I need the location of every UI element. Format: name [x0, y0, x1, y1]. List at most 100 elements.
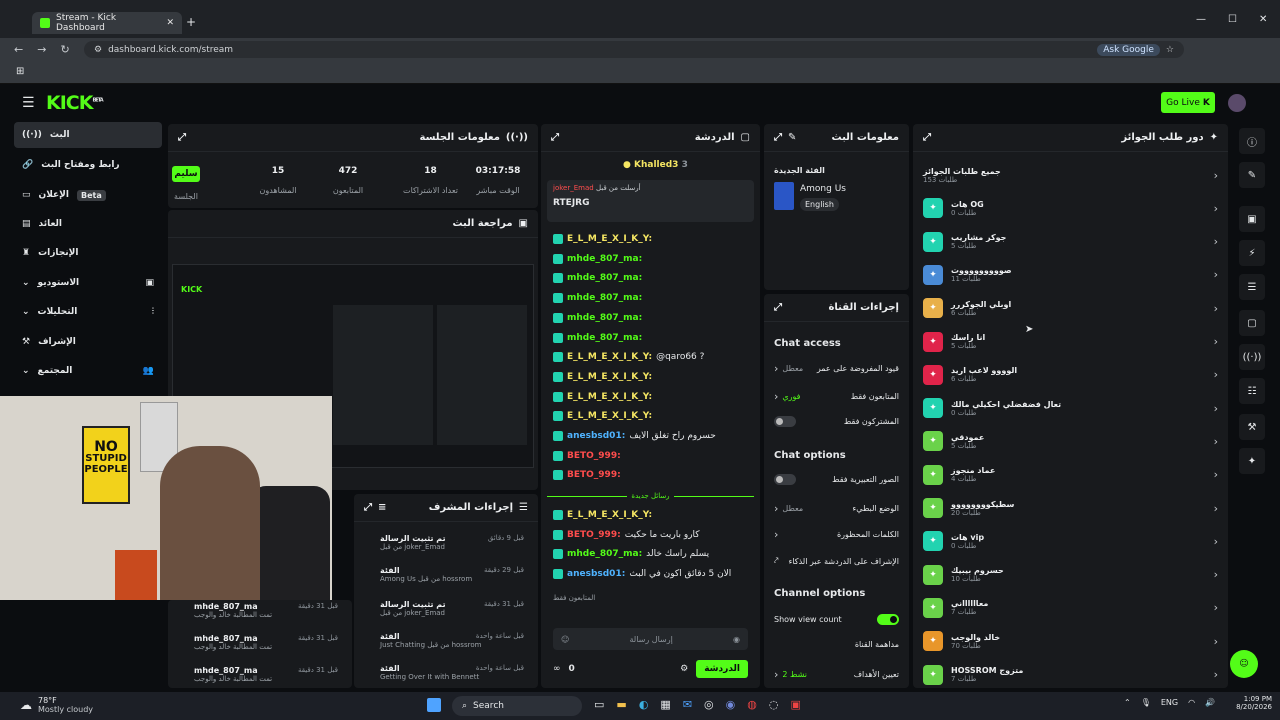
reward-item[interactable]: ✦ اوبلي الجوكررر 6 طلبات › [923, 293, 1218, 323]
sidebar-item-stream[interactable]: ((·)) البث [14, 122, 162, 148]
broadcast-icon[interactable]: ((·)) [1239, 344, 1265, 370]
settings-icon[interactable]: ⚙ [680, 664, 688, 674]
reward-item[interactable]: ✦ انا راسك 5 طلبات › [923, 327, 1218, 357]
sidebar-item-moderation[interactable]: ⚒ الإشراف [14, 329, 162, 355]
reward-item[interactable]: ✦ تعال فضفضلي احكيلي مالك 0 طلبات › [923, 393, 1218, 423]
weather-widget[interactable]: ☁ 78°F Mostly cloudy [20, 696, 93, 714]
chat-username[interactable]: mhde_807_ma: [567, 254, 642, 264]
setting-show-view-count[interactable]: Show view count [774, 614, 899, 625]
chat-username[interactable]: mhde_807_ma: [567, 273, 642, 283]
chrome-icon[interactable]: ◍ [747, 698, 757, 711]
sidebar-item-revenue[interactable]: ▤ العائد [14, 211, 162, 237]
store-icon[interactable]: ▦ [660, 698, 670, 711]
chat-message[interactable]: mhde_807_ma: يسلم راسك خالد [553, 549, 709, 560]
chat-message[interactable]: mhde_807_ma: [553, 312, 646, 323]
chat-username[interactable]: E_L_M_E_X_I_K_Y: [567, 234, 652, 244]
reward-item[interactable]: ✦ خالد والوجب 70 طلبات › [923, 626, 1218, 656]
site-info-icon[interactable]: ⚙ [94, 45, 102, 55]
clock[interactable]: 1:09 PM 8/20/2026 [1222, 695, 1272, 711]
chat-message[interactable]: anesbsd01: حسروم راح تغلق الايف [553, 431, 716, 441]
chat-message[interactable]: mhde_807_ma: [553, 273, 646, 284]
start-button[interactable] [427, 698, 441, 712]
setting-raid-channel[interactable]: مداهمة القناة [774, 640, 899, 649]
chat-message[interactable]: E_L_M_E_X_I_K_Y: [553, 234, 656, 244]
sidebar-item-achievements[interactable]: ♜ الإنجازات [14, 240, 162, 266]
expand-icon[interactable]: ⤢ [178, 132, 186, 143]
reward-item[interactable]: ✦ سطيكوووووووو 20 طلبات › [923, 493, 1218, 523]
list-icon[interactable]: ☰ [1239, 274, 1265, 300]
url-bar[interactable]: ⚙ dashboard.kick.com/stream Ask Google ☆ [84, 41, 1184, 58]
bookmark-star-icon[interactable]: ☆ [1166, 45, 1174, 55]
chat-icon[interactable]: ▢ [1239, 310, 1265, 336]
chat-username[interactable]: mhde_807_ma: [567, 549, 642, 559]
expand-icon[interactable]: ⤢ [774, 302, 782, 313]
edit-icon[interactable]: ✎ [788, 132, 796, 143]
chat-message[interactable]: anesbsd01: الان 5 دقائق اكون في البث [553, 569, 731, 580]
edit-icon[interactable]: ✎ [1239, 162, 1265, 188]
expand-icon[interactable]: ⤢ [923, 132, 931, 143]
close-window-icon[interactable]: ✕ [1259, 14, 1267, 25]
wifi-icon[interactable]: ◠ [1188, 698, 1195, 707]
chat-username[interactable]: E_L_M_E_X_I_K_Y: [567, 352, 652, 362]
sidebar-item-analytics[interactable]: ⌄ التحليلات ⫶ [14, 299, 162, 325]
setting-emotes-only[interactable]: الصور التعبيرية فقط [774, 474, 899, 485]
setting-subscribers-only[interactable]: المشتركون فقط [774, 416, 899, 427]
link-icon[interactable]: ∞ [553, 664, 561, 674]
sidebar-item-community[interactable]: ⌄ المجتمع 👥 [14, 358, 162, 384]
volume-icon[interactable]: 🔊 [1205, 698, 1215, 707]
mic-icon[interactable]: 🎙 [1141, 698, 1151, 707]
chat-username[interactable]: mhde_807_ma: [567, 333, 642, 343]
go-live-button[interactable]: Go Live K [1161, 92, 1215, 113]
back-icon[interactable]: ← [14, 43, 23, 56]
reward-item[interactable]: ✦ حسروم بيبيك 10 طلبات › [923, 560, 1218, 590]
reward-item[interactable]: ✦ عماد منجوز 4 طلبات › [923, 460, 1218, 490]
filter-icon[interactable]: ≡ [378, 502, 386, 513]
browser-tab[interactable]: Stream - Kick Dashboard ✕ [32, 12, 182, 34]
chat-input[interactable]: ☺ إرسال رسالة ◉ [553, 628, 748, 650]
chat-message[interactable]: BETO_999: كارو باريت ما حكيت [553, 529, 700, 540]
forward-icon[interactable]: → [37, 43, 46, 56]
steam-icon[interactable]: ◌ [769, 698, 779, 711]
chat-username[interactable]: BETO_999: [567, 451, 621, 461]
expand-icon[interactable]: ⤢ [364, 502, 372, 513]
sidebar-item-stream-key[interactable]: 🔗 رابط ومفتاح البث [14, 152, 162, 178]
task-view-icon[interactable]: ▭ [594, 698, 604, 711]
chat-message[interactable]: E_L_M_E_X_I_K_Y: @qaro66 ? [553, 352, 704, 363]
preview-icon[interactable]: ▣ [1239, 206, 1265, 232]
maximize-icon[interactable]: ☐ [1228, 14, 1237, 25]
minimize-icon[interactable]: — [1196, 14, 1206, 25]
sidebar-item-studio[interactable]: ⌄ الاستوديو ▣ [14, 270, 162, 296]
chevron-up-icon[interactable]: ⌃ [1124, 698, 1131, 707]
chat-username[interactable]: E_L_M_E_X_I_K_Y: [567, 411, 652, 421]
chat-username[interactable]: E_L_M_E_X_I_K_Y: [567, 510, 652, 520]
chat-username[interactable]: E_L_M_E_X_I_K_Y: [567, 392, 652, 402]
emoji-icon[interactable]: ☺ [561, 635, 569, 644]
apps-grid-icon[interactable]: ⊞ [16, 66, 24, 77]
file-explorer-icon[interactable]: ▬ [616, 698, 626, 711]
setting-banned-words[interactable]: › الكلمات المحظورة [774, 528, 899, 541]
moderation-icon[interactable]: ⚒ [1239, 414, 1265, 440]
setting-goals[interactable]: › نشط 2 تعيين الأهداف [774, 668, 899, 681]
ask-google-button[interactable]: Ask Google [1097, 43, 1160, 56]
reward-item[interactable]: ✦ جوكر مشاريب 5 طلبات › [923, 227, 1218, 257]
user-avatar[interactable] [1228, 94, 1246, 112]
chat-username[interactable]: anesbsd01: [567, 569, 625, 579]
sidebar-item-ads[interactable]: ▭ الإعلان Beta [14, 182, 162, 208]
pinned-message[interactable]: joker_Emad أرسلت من قبل RTEJRG [547, 180, 754, 222]
reward-item[interactable]: ✦ عمودقي 5 طلبات › [923, 426, 1218, 456]
expand-icon[interactable]: ⤢ [551, 132, 559, 143]
github-icon[interactable]: ◎ [704, 698, 714, 711]
toggle-switch[interactable] [774, 416, 796, 427]
chat-username[interactable]: E_L_M_E_X_I_K_Y: [567, 372, 652, 382]
taskbar-search[interactable]: ⌕ Search [452, 696, 582, 716]
setting-slow-mode[interactable]: › معطل الوضع البطيء [774, 502, 899, 515]
new-tab-button[interactable]: + [186, 15, 196, 29]
chat-username[interactable]: BETO_999: [567, 470, 621, 480]
toggle-switch[interactable] [877, 614, 899, 625]
discord-icon[interactable]: ◉ [726, 698, 736, 711]
chat-message[interactable]: E_L_M_E_X_I_K_Y: [553, 510, 656, 520]
chat-message[interactable]: E_L_M_E_X_I_K_Y: [553, 371, 656, 382]
reward-item[interactable]: ✦ HOSSROM متزوج 7 طلبات › [923, 660, 1218, 689]
close-tab-icon[interactable]: ✕ [166, 18, 174, 28]
chat-message[interactable]: E_L_M_E_X_I_K_Y: [553, 411, 656, 422]
